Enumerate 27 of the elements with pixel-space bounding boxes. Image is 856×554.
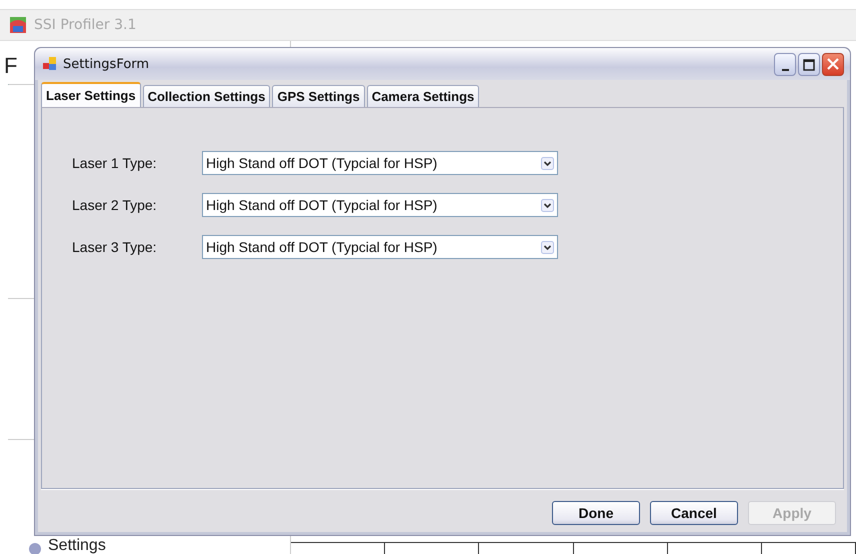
chevron-icon [541, 240, 554, 254]
close-button[interactable] [822, 52, 844, 76]
sidebar-label: Settings [48, 537, 106, 554]
app-logo-icon [10, 17, 26, 33]
minimize-button[interactable] [774, 52, 796, 76]
field-label: Laser 3 Type: [72, 239, 158, 255]
dropdown[interactable]: High Stand off DOT (Typcial for HSP) [202, 193, 558, 217]
field-label: Laser 2 Type: [72, 197, 158, 213]
close-icon [827, 58, 839, 70]
tab[interactable]: Camera Settings [366, 85, 480, 107]
chevron-icon [541, 198, 554, 212]
maximize-icon [803, 58, 815, 70]
tab[interactable]: GPS Settings [272, 85, 365, 107]
dropdown[interactable]: High Stand off DOT (Typcial for HSP) [202, 235, 558, 259]
tab[interactable]: Collection Settings [142, 85, 270, 107]
maximize-button[interactable] [798, 52, 820, 76]
dropdown[interactable]: High Stand off DOT (Typcial for HSP) [202, 151, 558, 175]
minimize-icon [782, 68, 788, 70]
dialog-title: SettingsForm [63, 56, 150, 72]
app-title: SSI Profiler 3.1 [34, 17, 136, 33]
chevron-icon [541, 156, 554, 170]
menu-label: F [4, 53, 18, 79]
form-icon [43, 57, 57, 71]
dialog-button[interactable]: Done [552, 500, 640, 524]
field-label: Laser 1 Type: [72, 155, 158, 171]
dialog-button[interactable]: Cancel [650, 500, 738, 524]
tab[interactable]: Laser Settings [41, 82, 141, 107]
